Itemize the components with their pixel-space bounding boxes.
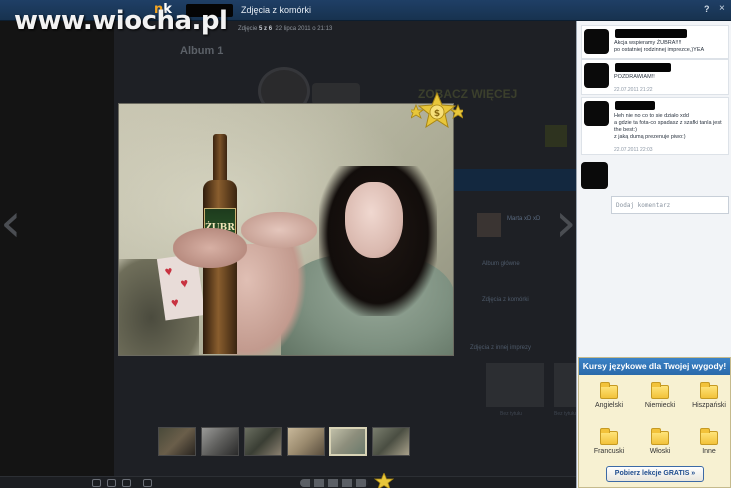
comment-item: POZDRAWIAM!! 22.07.2011 21:22 — [581, 59, 729, 95]
ad-language-spanish[interactable]: Hiszpański — [687, 382, 731, 417]
svg-text:$: $ — [434, 109, 440, 119]
counter-prefix: Zdjęcie — [238, 26, 258, 32]
folder-icon — [700, 382, 718, 399]
comment-date: 22.07.2011 21:22 — [614, 87, 653, 93]
ad-language-other[interactable]: Inne — [687, 428, 731, 463]
photo-hand-left — [173, 228, 247, 268]
photo-person-face — [345, 182, 403, 258]
commenter-avatar — [584, 101, 609, 126]
add-comment-input[interactable]: Dodaj komentarz — [611, 196, 729, 214]
comment-date: 22.07.2011 22:03 — [614, 147, 653, 153]
counter-total: 6 — [268, 26, 273, 32]
counter-date: 22 lipca 2011 o 21:13 — [275, 26, 333, 32]
bg-nav-bar — [454, 169, 576, 191]
folder-icon — [700, 428, 718, 445]
toolbar-icon[interactable] — [92, 479, 101, 487]
close-button[interactable]: × — [719, 3, 725, 14]
bg-ad-image-2 — [312, 83, 360, 105]
photo-counter: Zdjęcie 5 z 6 22 lipca 2011 o 21:13 — [238, 26, 332, 32]
bottom-toolbar — [0, 473, 576, 488]
watermark-logo: www.wiocha.pl — [14, 6, 228, 36]
toolbar-icon[interactable] — [122, 479, 131, 487]
ad-download-button[interactable]: Pobierz lekcje GRATIS » — [606, 466, 704, 482]
ad-header: Kursy językowe dla Twojej wygody! — [579, 358, 730, 375]
bg-profile-avatar — [477, 213, 501, 237]
counter-current: 5 — [259, 26, 263, 32]
star-sticker-icon: $ — [411, 91, 463, 129]
album-title: Zdjęcia z komórki — [241, 5, 312, 15]
bg-album-heading: Album 1 — [180, 45, 224, 57]
comment-text: Akcja wspieramy ŻUBRA!!!! po ostatniej r… — [614, 40, 705, 53]
previous-photo-arrow[interactable]: ‹ — [0, 196, 22, 250]
folder-icon — [600, 382, 618, 399]
ad-language-italian[interactable]: Włoski — [638, 428, 682, 463]
ad-language-german[interactable]: Niemiecki — [638, 382, 682, 417]
ad-language-label: Hiszpański — [692, 402, 726, 409]
thumbnail-photo[interactable] — [158, 427, 196, 456]
ad-language-label: Włoski — [649, 448, 671, 455]
bg-profile-name: Marta xD xD — [507, 216, 541, 222]
ad-language-label: Inne — [702, 448, 716, 455]
folder-icon — [651, 382, 669, 399]
rating-dots[interactable] — [300, 479, 368, 487]
bg-thumbnail — [486, 363, 544, 407]
ad-language-label: Niemiecki — [644, 402, 676, 409]
ad-language-english[interactable]: Angielski — [587, 382, 631, 417]
thumbnail-photo[interactable] — [244, 427, 282, 456]
ad-language-label: Angielski — [594, 402, 623, 409]
ad-language-french[interactable]: Francuski — [587, 428, 631, 463]
bg-link-main-album: Album główne — [482, 261, 520, 267]
thumbnail-photo[interactable] — [287, 427, 325, 456]
ad-language-label: Francuski — [593, 448, 625, 455]
commenter-avatar — [584, 63, 609, 88]
commenter-avatar — [584, 29, 609, 54]
comment-item: Akcja wspieramy ŻUBRA!!!! po ostatniej r… — [581, 25, 729, 59]
bg-link-other-party: Zdjęcia z innej imprezy — [470, 345, 532, 351]
bottom-star-icon — [374, 473, 394, 488]
help-button[interactable]: ? — [704, 4, 710, 14]
toolbar-icon[interactable] — [107, 479, 116, 487]
thumbnail-photo[interactable] — [201, 427, 239, 456]
folder-icon — [651, 428, 669, 445]
counter-separator: z — [264, 26, 268, 32]
current-user-avatar — [581, 162, 608, 189]
bg-link-mobile-photos: Zdjęcia z komórki — [482, 297, 529, 303]
photo-hand-right — [241, 212, 317, 248]
next-photo-arrow[interactable]: › — [555, 196, 577, 250]
comment-text: Heh nie no co to sie działo xdd a gdzie … — [614, 113, 722, 140]
bg-thumb-caption: Bez tytułu — [500, 411, 522, 417]
thumbnail-photo[interactable] — [372, 427, 410, 456]
folder-icon — [600, 428, 618, 445]
redacted-commenter-name — [615, 101, 655, 110]
main-photo[interactable]: ♥♥♥ ŻUBR — [118, 103, 454, 356]
language-course-ad[interactable]: Kursy językowe dla Twojej wygody! Angiel… — [578, 357, 731, 488]
thumbnail-photo[interactable] — [329, 427, 367, 456]
bg-ad-badge — [545, 125, 567, 147]
bg-thumbnail — [554, 363, 576, 407]
comment-item: Heh nie no co to sie działo xdd a gdzie … — [581, 97, 729, 155]
redacted-commenter-name — [615, 29, 687, 38]
redacted-commenter-name — [615, 63, 671, 72]
toolbar-icon[interactable] — [143, 479, 152, 487]
bg-thumb-caption: Bez tytułu — [554, 411, 576, 417]
comment-text: POZDRAWIAM!! — [614, 74, 655, 80]
